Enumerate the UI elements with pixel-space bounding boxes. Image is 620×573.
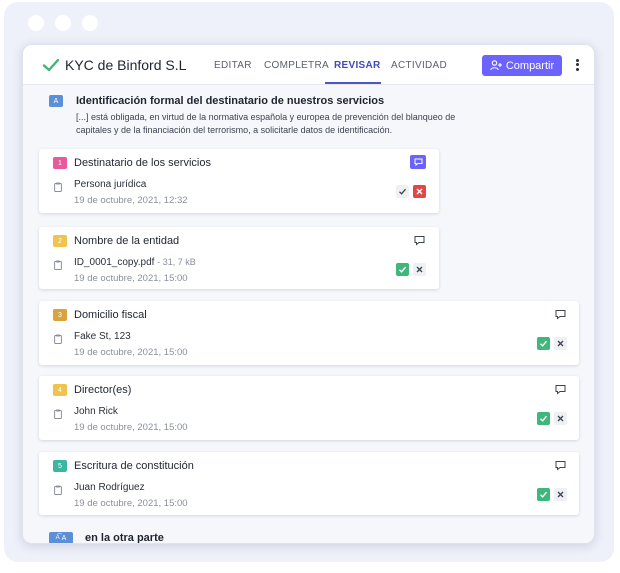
timestamp: 19 de octubre, 2021, 15:00	[74, 347, 188, 358]
timestamp: 19 de octubre, 2021, 12:32	[74, 195, 188, 206]
tab-revisar[interactable]: REVISAR	[334, 60, 381, 71]
check-icon	[399, 266, 407, 273]
close-icon	[557, 491, 564, 498]
item-number-badge: 4	[53, 384, 67, 396]
document-icon	[54, 334, 62, 344]
document-icon	[54, 485, 62, 495]
check-icon	[540, 340, 548, 347]
card-title: Nombre de la entidad	[74, 235, 180, 247]
review-card: 3 Domicilio fiscal Fake St, 123 19 de oc…	[39, 301, 579, 365]
timestamp: 19 de octubre, 2021, 15:00	[74, 273, 188, 284]
reject-button[interactable]	[554, 412, 567, 425]
card-title: Destinatario de los servicios	[74, 157, 211, 169]
page-title: KYC de Binford S.L	[65, 57, 187, 73]
field-value: Juan Rodríguez	[74, 482, 145, 493]
review-card: 2 Nombre de la entidad ID_0001_copy.pdf …	[39, 227, 439, 289]
field-value: Fake St, 123	[74, 331, 131, 342]
card-title: Escritura de constitución	[74, 460, 194, 472]
window-dot[interactable]	[28, 15, 44, 31]
close-icon	[557, 340, 564, 347]
document-icon	[54, 260, 62, 270]
tab-completra[interactable]: COMPLETRA	[264, 60, 329, 71]
section-badge: A͡ A	[49, 532, 73, 543]
close-icon	[557, 415, 564, 422]
share-button-label: Compartir	[505, 59, 555, 72]
timestamp: 19 de octubre, 2021, 15:00	[74, 498, 188, 509]
review-card: 4 Director(es) John Rick 19 de octubre, …	[39, 376, 579, 440]
share-button[interactable]: Compartir	[482, 55, 562, 76]
window-dot[interactable]	[55, 15, 71, 31]
close-icon	[416, 188, 423, 195]
reject-button[interactable]	[554, 488, 567, 501]
approve-button[interactable]	[537, 488, 550, 501]
comment-icon[interactable]	[555, 460, 566, 471]
approve-button[interactable]	[537, 337, 550, 350]
check-icon	[399, 188, 406, 195]
window-dot[interactable]	[82, 15, 98, 31]
timestamp: 19 de octubre, 2021, 15:00	[74, 422, 188, 433]
section-title: Identificación formal del destinatario d…	[76, 95, 385, 107]
field-value: Persona jurídica	[74, 179, 147, 190]
reject-button[interactable]	[554, 337, 567, 350]
approve-button[interactable]	[396, 185, 409, 198]
approve-button[interactable]	[537, 412, 550, 425]
add-user-icon	[490, 60, 502, 71]
approve-button[interactable]	[396, 263, 409, 276]
check-icon	[42, 58, 60, 72]
document-icon	[54, 182, 62, 192]
section-badge: A	[49, 95, 63, 107]
translate-icon: A͡	[55, 535, 60, 541]
comment-icon[interactable]	[555, 309, 566, 320]
review-card: 5 Escritura de constitución Juan Rodrígu…	[39, 452, 579, 515]
window-controls	[28, 15, 98, 31]
card-title: Director(es)	[74, 384, 132, 396]
header-bar: KYC de Binford S.L EDITAR COMPLETRA REVI…	[23, 45, 594, 85]
active-tab-indicator	[325, 82, 381, 84]
tab-editar[interactable]: EDITAR	[214, 60, 252, 71]
close-icon	[416, 266, 423, 273]
comment-icon[interactable]	[555, 384, 566, 395]
file-name[interactable]: ID_0001_copy.pdf - 31, 7 kB	[74, 257, 196, 268]
check-icon	[540, 491, 548, 498]
item-number-badge: 1	[53, 157, 67, 169]
review-card: 1 Destinatario de los servicios Persona …	[39, 149, 439, 213]
app-window: KYC de Binford S.L EDITAR COMPLETRA REVI…	[22, 44, 595, 544]
item-number-badge: 5	[53, 460, 67, 472]
vertical-dots-icon[interactable]	[572, 57, 582, 73]
section-title: en la otra parte	[85, 532, 164, 544]
document-icon	[54, 409, 62, 419]
check-icon	[540, 415, 548, 422]
item-number-badge: 2	[53, 235, 67, 247]
comment-icon[interactable]	[414, 235, 425, 246]
section-description: [...] está obligada, en virtud de la nor…	[76, 112, 456, 135]
reject-button[interactable]	[413, 185, 426, 198]
item-number-badge: 3	[53, 309, 67, 321]
field-value: John Rick	[74, 406, 118, 417]
comment-icon[interactable]	[410, 155, 426, 169]
file-size: - 31, 7 kB	[157, 257, 196, 267]
reject-button[interactable]	[413, 263, 426, 276]
card-title: Domicilio fiscal	[74, 309, 147, 321]
tab-actividad[interactable]: ACTIVIDAD	[391, 60, 447, 71]
